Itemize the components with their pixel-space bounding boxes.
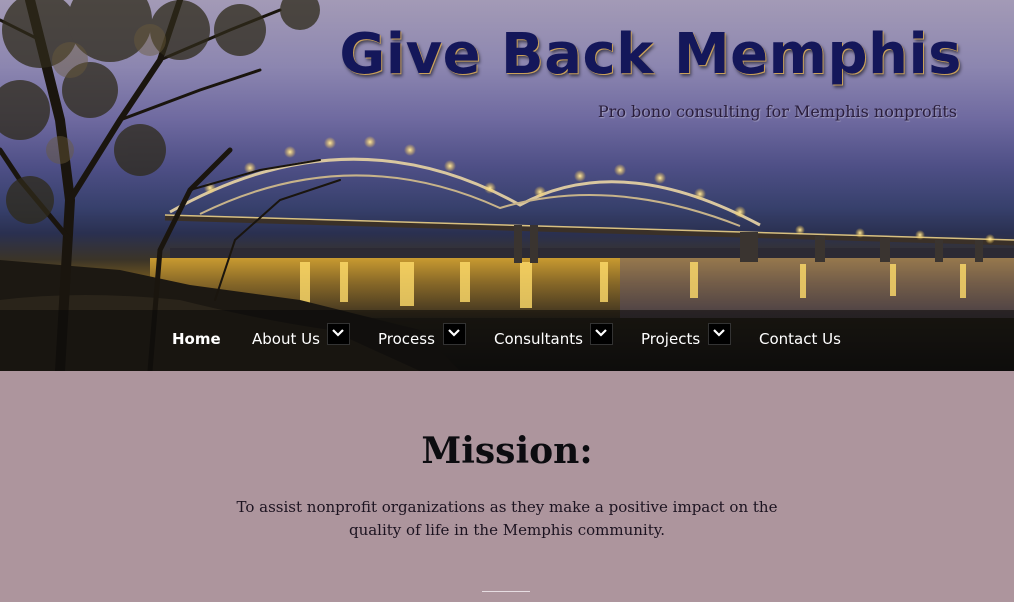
mission-statement: To assist nonprofit organizations as the… (236, 498, 778, 539)
hero-banner: Give Back Memphis Pro bono consulting fo… (0, 0, 1014, 371)
nav-item-contact-us[interactable]: Contact Us (759, 330, 841, 348)
site-tagline: Pro bono consulting for Memphis nonprofi… (597, 102, 957, 121)
mission-heading: Mission: (421, 430, 593, 472)
projects-dropdown-toggle[interactable] (708, 323, 731, 345)
nav-list: Home About Us Process Consultants Projec… (0, 310, 1014, 371)
chevron-down-icon (448, 329, 460, 337)
nav-item-about-us[interactable]: About Us (252, 330, 320, 348)
chevron-down-icon (595, 329, 607, 337)
nav-item-home[interactable]: Home (172, 330, 221, 348)
consultants-dropdown-toggle[interactable] (590, 323, 613, 345)
nav-item-projects[interactable]: Projects (641, 330, 700, 348)
chevron-down-icon (713, 329, 725, 337)
site-title[interactable]: Give Back Memphis (339, 22, 962, 87)
nav-item-consultants[interactable]: Consultants (494, 330, 583, 348)
about-us-dropdown-toggle[interactable] (327, 323, 350, 345)
process-dropdown-toggle[interactable] (443, 323, 466, 345)
section-divider (482, 591, 530, 592)
main-navigation: Home About Us Process Consultants Projec… (0, 310, 1014, 371)
nav-item-process[interactable]: Process (378, 330, 435, 348)
chevron-down-icon (332, 329, 344, 337)
